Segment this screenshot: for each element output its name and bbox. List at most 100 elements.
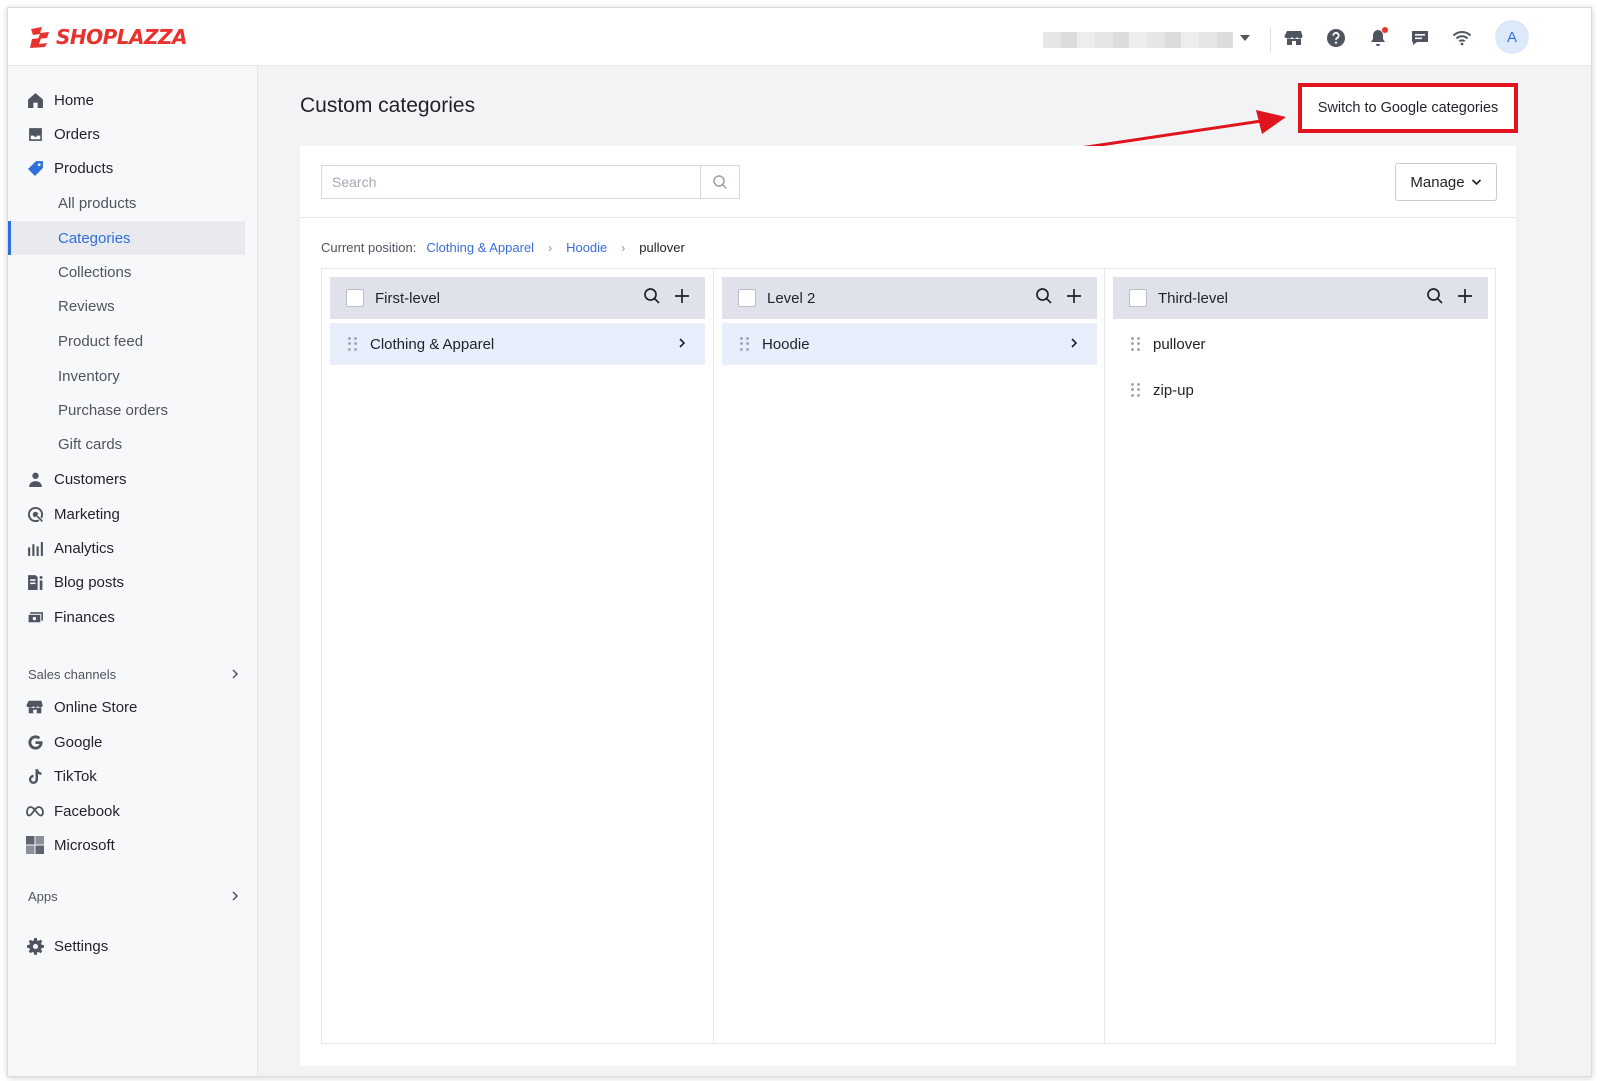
drag-handle-icon[interactable] <box>1131 383 1141 397</box>
category-row[interactable]: zip-up <box>1113 369 1488 411</box>
column-title: Level 2 <box>767 289 816 307</box>
drag-handle-icon[interactable] <box>1131 337 1141 351</box>
store-icon[interactable] <box>1282 26 1306 50</box>
category-label: pullover <box>1153 335 1206 353</box>
sidebar-item-analytics[interactable]: Analytics <box>8 531 245 565</box>
plus-icon[interactable] <box>1456 287 1474 305</box>
breadcrumb-prefix: Current position: <box>321 240 417 255</box>
chevron-right-icon <box>232 891 239 901</box>
divider <box>1270 28 1271 52</box>
sidebar-item-label: Home <box>54 91 95 109</box>
logo[interactable]: SHOPLAZZA <box>28 24 188 50</box>
column-title: Third-level <box>1158 289 1229 307</box>
breadcrumb-link-level1[interactable]: Clothing & Apparel <box>426 240 534 255</box>
column-header: First-level <box>330 277 705 319</box>
help-icon[interactable] <box>1324 26 1348 50</box>
sidebar-item-label: Finances <box>54 608 115 626</box>
sidebar-item-label: Google <box>54 733 103 751</box>
apps-label: Apps <box>28 888 58 904</box>
sidebar-item-online-store[interactable]: Online Store <box>8 690 245 724</box>
sidebar-item-orders[interactable]: Orders <box>8 117 245 151</box>
sidebar-subitem-reviews[interactable]: Reviews <box>8 289 245 323</box>
shoplazza-logo-icon <box>30 27 49 48</box>
category-row[interactable]: pullover <box>1113 323 1488 365</box>
drag-handle-icon[interactable] <box>740 337 750 351</box>
sidebar-subitem-inventory[interactable]: Inventory <box>8 359 245 393</box>
analytics-icon <box>26 539 44 557</box>
search-button[interactable] <box>700 165 740 199</box>
category-columns: First-level Clothing & Apparel Level 2 H… <box>321 268 1496 1044</box>
sidebar-item-settings[interactable]: Settings <box>8 929 245 963</box>
card-toolbar: Manage <box>300 146 1516 218</box>
column-header: Level 2 <box>722 277 1097 319</box>
breadcrumb-link-level2[interactable]: Hoodie <box>566 240 607 255</box>
select-all-checkbox[interactable] <box>1129 289 1147 307</box>
sidebar-subitem-categories[interactable]: Categories <box>8 221 245 255</box>
top-bar: SHOPLAZZA A <box>8 8 1591 66</box>
column-title: First-level <box>375 289 441 307</box>
column-level-2: Level 2 Hoodie <box>713 269 1104 1043</box>
category-label: Hoodie <box>762 335 810 353</box>
sidebar-item-tiktok[interactable]: TikTok <box>8 759 245 793</box>
store-selector[interactable] <box>1043 32 1233 48</box>
sidebar-item-microsoft[interactable]: Microsoft <box>8 828 245 862</box>
sidebar-subitem-collections[interactable]: Collections <box>8 255 245 289</box>
breadcrumb-current: pullover <box>639 240 685 255</box>
apps-header[interactable]: Apps <box>28 886 240 906</box>
wifi-icon[interactable] <box>1450 26 1474 50</box>
sidebar-item-google[interactable]: Google <box>8 725 245 759</box>
drag-handle-icon[interactable] <box>348 337 358 351</box>
caret-down-icon[interactable] <box>1240 35 1250 41</box>
column-header: Third-level <box>1113 277 1488 319</box>
plus-icon[interactable] <box>673 287 691 305</box>
search-input[interactable] <box>321 165 701 199</box>
switch-to-google-categories-button[interactable]: Switch to Google categories <box>1298 83 1518 133</box>
breadcrumb: Current position: Clothing & Apparel › H… <box>321 240 685 255</box>
tag-icon <box>26 159 44 177</box>
sidebar-item-label: Customers <box>54 470 127 488</box>
sidebar-item-finances[interactable]: Finances <box>8 600 245 634</box>
select-all-checkbox[interactable] <box>738 289 756 307</box>
manage-button[interactable]: Manage <box>1395 163 1497 201</box>
microsoft-icon <box>26 836 44 854</box>
sidebar-item-label: Orders <box>54 125 100 143</box>
sidebar-subitem-all-products[interactable]: All products <box>8 186 245 220</box>
gear-icon <box>26 937 44 955</box>
category-row[interactable]: Clothing & Apparel <box>330 323 705 365</box>
chevron-down-icon <box>1471 179 1481 186</box>
sidebar-item-products[interactable]: Products <box>8 151 245 185</box>
sidebar-item-blog-posts[interactable]: Blog posts <box>8 565 245 599</box>
plus-icon[interactable] <box>1065 287 1083 305</box>
avatar[interactable]: A <box>1495 20 1529 54</box>
sidebar-subitem-gift-cards[interactable]: Gift cards <box>8 427 245 461</box>
chat-icon[interactable] <box>1408 26 1432 50</box>
finances-icon <box>26 608 44 626</box>
orders-icon <box>26 125 44 143</box>
search-icon[interactable] <box>643 287 661 305</box>
sidebar-subitem-product-feed[interactable]: Product feed <box>8 324 245 358</box>
sales-channels-header[interactable]: Sales channels <box>28 664 240 684</box>
column-first-level: First-level Clothing & Apparel <box>322 269 713 1043</box>
sidebar-item-label: Facebook <box>54 802 120 820</box>
search-icon[interactable] <box>1426 287 1444 305</box>
bell-icon[interactable] <box>1366 26 1390 50</box>
page-title: Custom categories <box>300 94 476 117</box>
category-row[interactable]: Hoodie <box>722 323 1097 365</box>
sidebar-item-facebook[interactable]: Facebook <box>8 794 245 828</box>
breadcrumb-separator-icon: › <box>548 240 553 255</box>
sidebar-item-customers[interactable]: Customers <box>8 462 245 496</box>
sidebar-subitem-purchase-orders[interactable]: Purchase orders <box>8 393 245 427</box>
person-icon <box>26 470 44 488</box>
sidebar-item-label: Settings <box>54 937 109 955</box>
chevron-right-icon <box>679 338 686 348</box>
notification-dot <box>1382 27 1388 33</box>
sales-channels-label: Sales channels <box>28 666 117 682</box>
sidebar-item-home[interactable]: Home <box>8 83 245 117</box>
meta-icon <box>26 802 44 820</box>
chevron-right-icon <box>1071 338 1078 348</box>
categories-card: Manage Current position: Clothing & Appa… <box>300 146 1516 1066</box>
select-all-checkbox[interactable] <box>346 289 364 307</box>
search-icon[interactable] <box>1035 287 1053 305</box>
sidebar-item-marketing[interactable]: Marketing <box>8 497 245 531</box>
category-label: zip-up <box>1153 381 1194 399</box>
